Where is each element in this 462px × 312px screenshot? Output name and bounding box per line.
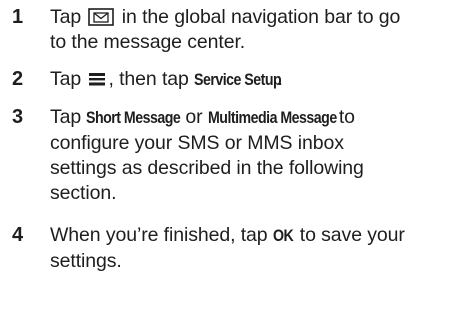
step-text: Tap Short Message or Multimedia Message … <box>50 105 456 206</box>
step-text-part: or <box>185 106 203 128</box>
step-text-part: settings. <box>50 250 122 272</box>
step-number: 2 <box>12 68 24 90</box>
step-text-part: Tap <box>50 68 82 90</box>
step-number: 4 <box>12 224 24 246</box>
step-number: 1 <box>12 6 24 28</box>
step-number: 3 <box>12 106 24 128</box>
step-text-part: When you’re finished, tap <box>50 224 268 246</box>
step-text-part: configure your SMS or MMS inbox <box>50 132 344 154</box>
message-center-icon <box>88 8 115 26</box>
step-text: Tap , then tap Service Setup. <box>50 67 456 93</box>
step-text-part: section. <box>50 182 117 204</box>
step-text-part: , then tap <box>108 68 189 90</box>
step-text-part: Tap <box>50 106 82 128</box>
step-text-part: settings as described in the following <box>50 157 364 179</box>
step-text-part: Tap <box>50 6 82 28</box>
step-text: Tap in the global navigation bar to go t… <box>50 5 456 55</box>
step-text-part: to save your <box>299 224 405 246</box>
step-text-part: in the global navigation bar to go <box>121 6 401 28</box>
service-setup-keyword: Service Setup <box>194 71 282 89</box>
multimedia-message-keyword: Multimedia Message <box>207 109 337 127</box>
ok-keyword: OK <box>272 227 294 245</box>
short-message-keyword: Short Message <box>86 109 181 127</box>
step-text-part: to <box>338 106 355 128</box>
step-text: When you’re finished, tap OK to save you… <box>50 223 456 274</box>
step-text-part: to the message center. <box>50 31 246 53</box>
menu-icon <box>88 68 106 86</box>
